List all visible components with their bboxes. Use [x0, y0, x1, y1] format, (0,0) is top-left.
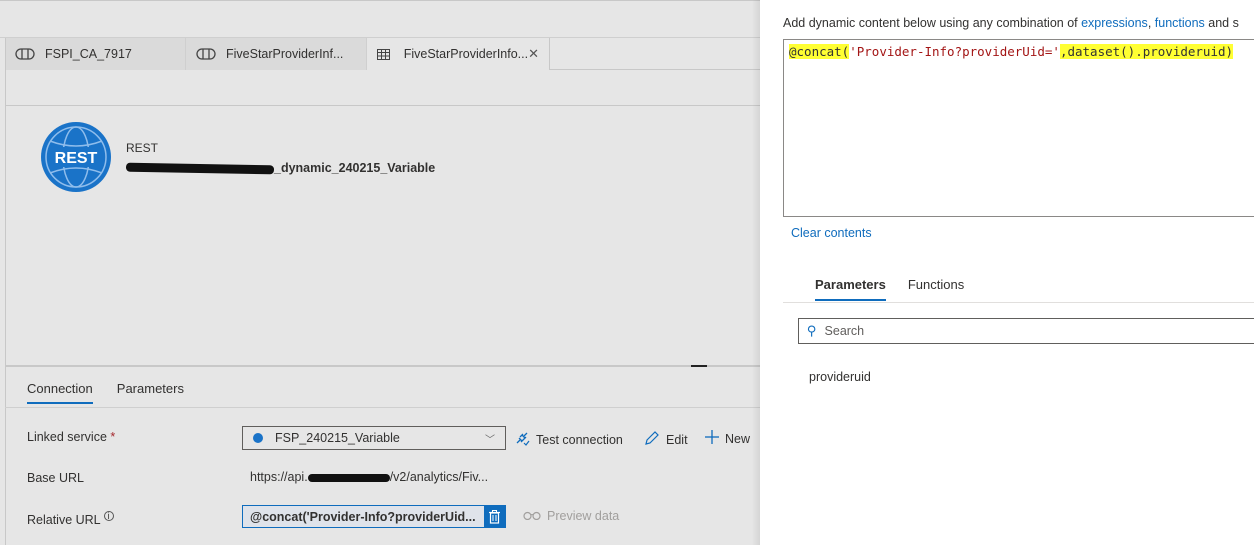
tabs-divider	[783, 302, 1254, 303]
base-url-label: Base URL	[27, 471, 84, 485]
search-input[interactable]: ⚲ Search	[798, 318, 1254, 344]
glasses-icon	[523, 509, 541, 523]
trash-icon[interactable]	[484, 506, 505, 527]
parameter-item-provideruid[interactable]: provideruid	[809, 370, 871, 384]
pipeline-icon	[196, 48, 218, 60]
expression-text: @concat('Provider-Info?providerUid=',dat…	[789, 44, 1234, 59]
chevron-down-icon: ﹀	[485, 434, 495, 446]
base-url-value: https://api./v2/analytics/Fiv...	[250, 470, 489, 484]
dataset-name: _dynamic_240215_Variable	[125, 161, 435, 175]
relative-url-label: Relative URL i	[27, 511, 114, 527]
edit-button[interactable]: Edit	[644, 430, 688, 449]
relative-url-field[interactable]: @concat('Provider-Info?providerUid...	[242, 505, 506, 528]
pane-splitter[interactable]	[5, 365, 760, 367]
top-toolbar	[0, 0, 760, 38]
tab-parameters[interactable]: Parameters	[117, 381, 184, 404]
functions-link[interactable]: functions	[1155, 16, 1205, 30]
tab-row-divider	[550, 38, 760, 70]
search-icon: ⚲	[807, 323, 817, 338]
expression-editor[interactable]: @concat('Provider-Info?providerUid=',dat…	[783, 39, 1254, 217]
toolbar-divider	[5, 105, 760, 106]
rest-globe-icon: REST	[40, 121, 112, 193]
pipeline-icon	[15, 48, 37, 60]
linked-service-label: Linked service *	[27, 430, 116, 444]
panel-shadow	[752, 0, 760, 545]
dataset-editor: FSPI_CA_7917 FiveStarProviderInf... Five…	[0, 0, 760, 545]
rest-service-icon	[253, 433, 263, 443]
required-mark: *	[110, 430, 116, 444]
dynamic-content-panel: Add dynamic content below using any comb…	[760, 0, 1254, 545]
panel-tabs: Parameters Functions	[815, 277, 964, 301]
tab-connection[interactable]: Connection	[27, 381, 93, 404]
tab-label: FiveStarProviderInfo...	[403, 47, 529, 61]
tab-label: FSPI_CA_7917	[45, 47, 132, 61]
editor-tabs: FSPI_CA_7917 FiveStarProviderInf... Five…	[5, 38, 550, 70]
panel-border	[5, 38, 6, 545]
new-button[interactable]: New	[705, 430, 750, 447]
close-icon[interactable]: ✕	[528, 46, 539, 62]
panel-intro: Add dynamic content below using any comb…	[783, 16, 1239, 30]
expressions-link[interactable]: expressions	[1081, 16, 1148, 30]
redaction-mark	[307, 473, 390, 482]
linked-service-value: FSP_240215_Variable	[275, 431, 400, 445]
info-icon[interactable]: i	[103, 511, 114, 521]
redaction-mark	[125, 162, 275, 175]
tabs-divider	[5, 407, 760, 408]
plug-check-icon	[514, 430, 530, 449]
plus-icon	[705, 430, 719, 447]
tab-functions[interactable]: Functions	[908, 277, 964, 301]
dataset-type: REST	[126, 141, 159, 155]
rest-logo-text: REST	[55, 150, 98, 167]
clear-contents-link[interactable]: Clear contents	[791, 226, 872, 240]
tab-fivestarproviderinfo-active[interactable]: FiveStarProviderInfo... ✕	[367, 38, 550, 70]
tab-fivestarproviderinf[interactable]: FiveStarProviderInf...	[186, 38, 367, 70]
relative-url-value: @concat('Provider-Info?providerUid...	[250, 509, 476, 524]
tab-label: FiveStarProviderInf...	[226, 47, 344, 61]
test-connection-button[interactable]: Test connection	[514, 430, 623, 449]
table-icon	[377, 48, 396, 60]
pencil-icon	[644, 430, 660, 449]
splitter-handle[interactable]	[691, 365, 707, 367]
property-tabs: Connection Parameters	[27, 381, 184, 404]
preview-data-button[interactable]: Preview data	[523, 509, 619, 523]
tab-parameters[interactable]: Parameters	[815, 277, 886, 301]
linked-service-dropdown[interactable]: FSP_240215_Variable ﹀	[242, 426, 506, 450]
tab-fspi-ca-7917[interactable]: FSPI_CA_7917	[5, 38, 186, 70]
search-placeholder: Search	[824, 324, 865, 338]
